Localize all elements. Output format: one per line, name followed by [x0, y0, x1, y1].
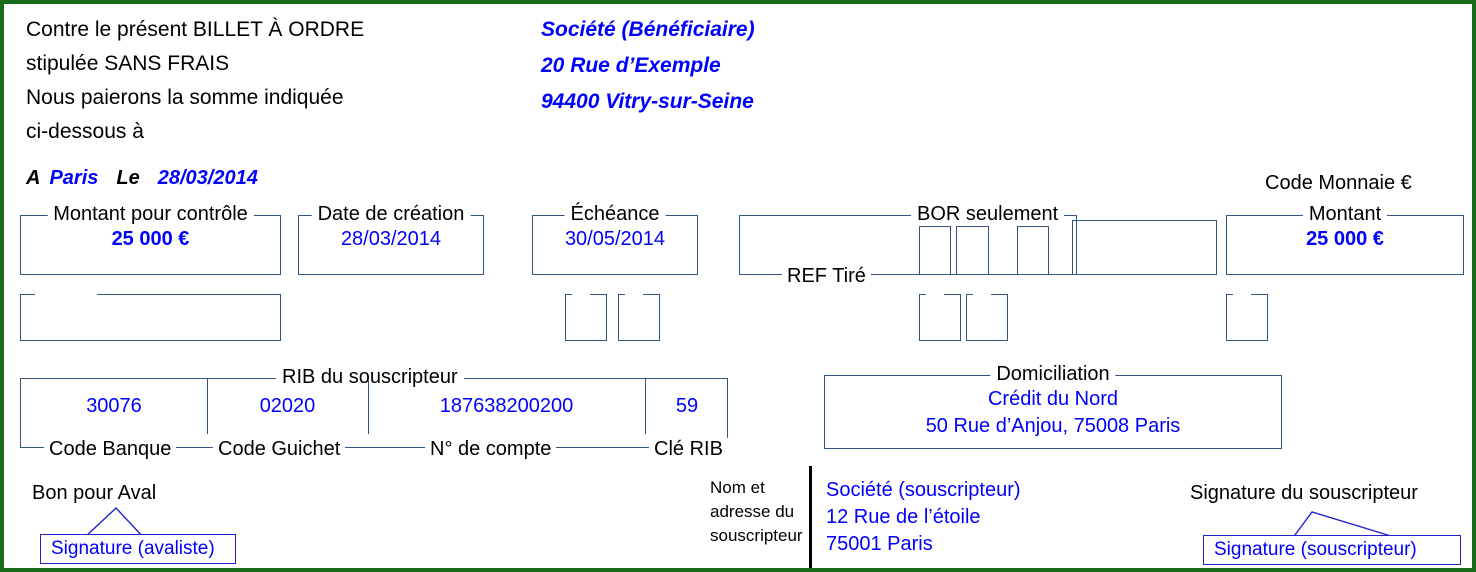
field-montant-value: 25 000 €	[1306, 228, 1384, 250]
header-line-1: Contre le présent BILLET À ORDRE	[26, 18, 365, 41]
date-value: 28/03/2014	[157, 167, 258, 189]
field-row2-cell-4	[919, 282, 961, 341]
field-row2-cell-3	[618, 282, 660, 341]
field-montant-label: Montant	[1302, 203, 1388, 225]
subscriber-signature-label: Signature du souscripteur	[1190, 482, 1418, 504]
place-value: Paris	[49, 167, 99, 189]
beneficiary-street: 20 Rue d’Exemple	[541, 54, 721, 77]
subscriber-company: Société (souscripteur)	[826, 479, 1021, 501]
currency-code-label: Code Monnaie €	[1265, 172, 1412, 194]
rib-title: RIB du souscripteur	[276, 366, 464, 388]
field-montant-controle-value: 25 000 €	[111, 228, 190, 250]
field-row2-cell-1	[20, 282, 281, 341]
rib-cle-value: 59	[675, 395, 699, 417]
subscriber-address: Société (souscripteur) 12 Rue de l’étoil…	[826, 477, 1021, 558]
field-echeance: Échéance 30/05/2014	[532, 203, 698, 275]
field-ref-tire-label: REF Tiré	[782, 265, 871, 287]
aval-signature-callout[interactable]: Signature (avaliste)	[40, 534, 236, 564]
rib-numero-compte-label: N° de compte	[425, 438, 557, 460]
rib-code-banque-value: 30076	[86, 395, 142, 417]
field-montant-controle: Montant pour contrôle 25 000 €	[20, 203, 281, 275]
rib-code-guichet-label: Code Guichet	[213, 438, 346, 460]
aval-label: Bon pour Aval	[32, 482, 157, 504]
rib-numero-compte-value: 187638200200	[439, 395, 574, 417]
field-date-creation-label: Date de création	[311, 203, 471, 225]
place-prefix: A	[26, 167, 41, 189]
field-bor-cell-2	[956, 226, 989, 275]
rib-code-banque-label: Code Banque	[44, 438, 177, 460]
header-line-2: stipulée SANS FRAIS	[26, 52, 230, 75]
date-prefix: Le	[116, 167, 140, 189]
subscriber-street: 12 Rue de l’étoile	[826, 506, 981, 528]
rib-cle-label: Clé RIB	[649, 438, 728, 460]
field-montant-controle-label: Montant pour contrôle	[47, 203, 254, 225]
field-row2-cell-6	[1226, 282, 1268, 341]
field-date-creation-value: 28/03/2014	[340, 228, 442, 250]
beneficiary-name: Société (Bénéficiaire)	[541, 18, 755, 41]
field-bor-cell-4	[1072, 220, 1217, 275]
field-montant: Montant 25 000 €	[1226, 203, 1464, 275]
domiciliation-address: 50 Rue d’Anjou, 75008 Paris	[925, 415, 1181, 437]
header-line-3: Nous paierons la somme indiquée	[26, 86, 344, 109]
rib-group: RIB du souscripteur 30076 02020 18763820…	[20, 366, 728, 460]
subscriber-name-label: Nom et adresse du souscripteur	[710, 476, 805, 548]
field-bor-cell-3	[1017, 226, 1049, 275]
subscriber-signature-callout[interactable]: Signature (souscripteur)	[1203, 535, 1461, 565]
footer-divider	[809, 466, 812, 568]
field-bor-seulement-label: BOR seulement	[911, 203, 1065, 225]
subscriber-name-label-line-1: Nom et	[710, 478, 765, 497]
domiciliation-group: Domiciliation Crédit du Nord 50 Rue d’An…	[824, 363, 1282, 449]
field-row2-cell-2	[565, 282, 607, 341]
beneficiary-city: 94400 Vitry-sur-Seine	[541, 90, 754, 113]
domiciliation-label: Domiciliation	[990, 363, 1116, 385]
field-bor-cell-1	[919, 226, 951, 275]
place-date-line: A Paris Le 28/03/2014	[26, 167, 258, 190]
subscriber-city: 75001 Paris	[826, 533, 933, 555]
header-line-4: ci-dessous à	[26, 120, 144, 143]
subscriber-name-label-line-2: adresse du	[710, 502, 795, 521]
domiciliation-bank: Crédit du Nord	[987, 388, 1119, 410]
field-echeance-label: Échéance	[564, 203, 666, 225]
subscriber-name-label-line-3: souscripteur	[710, 526, 803, 545]
rib-code-guichet-value: 02020	[259, 395, 316, 417]
field-date-creation: Date de création 28/03/2014	[298, 203, 484, 275]
field-row2-cell-5	[966, 282, 1008, 341]
field-echeance-value: 30/05/2014	[564, 228, 666, 250]
billet-a-ordre-document: Contre le présent BILLET À ORDRE stipulé…	[0, 0, 1476, 572]
